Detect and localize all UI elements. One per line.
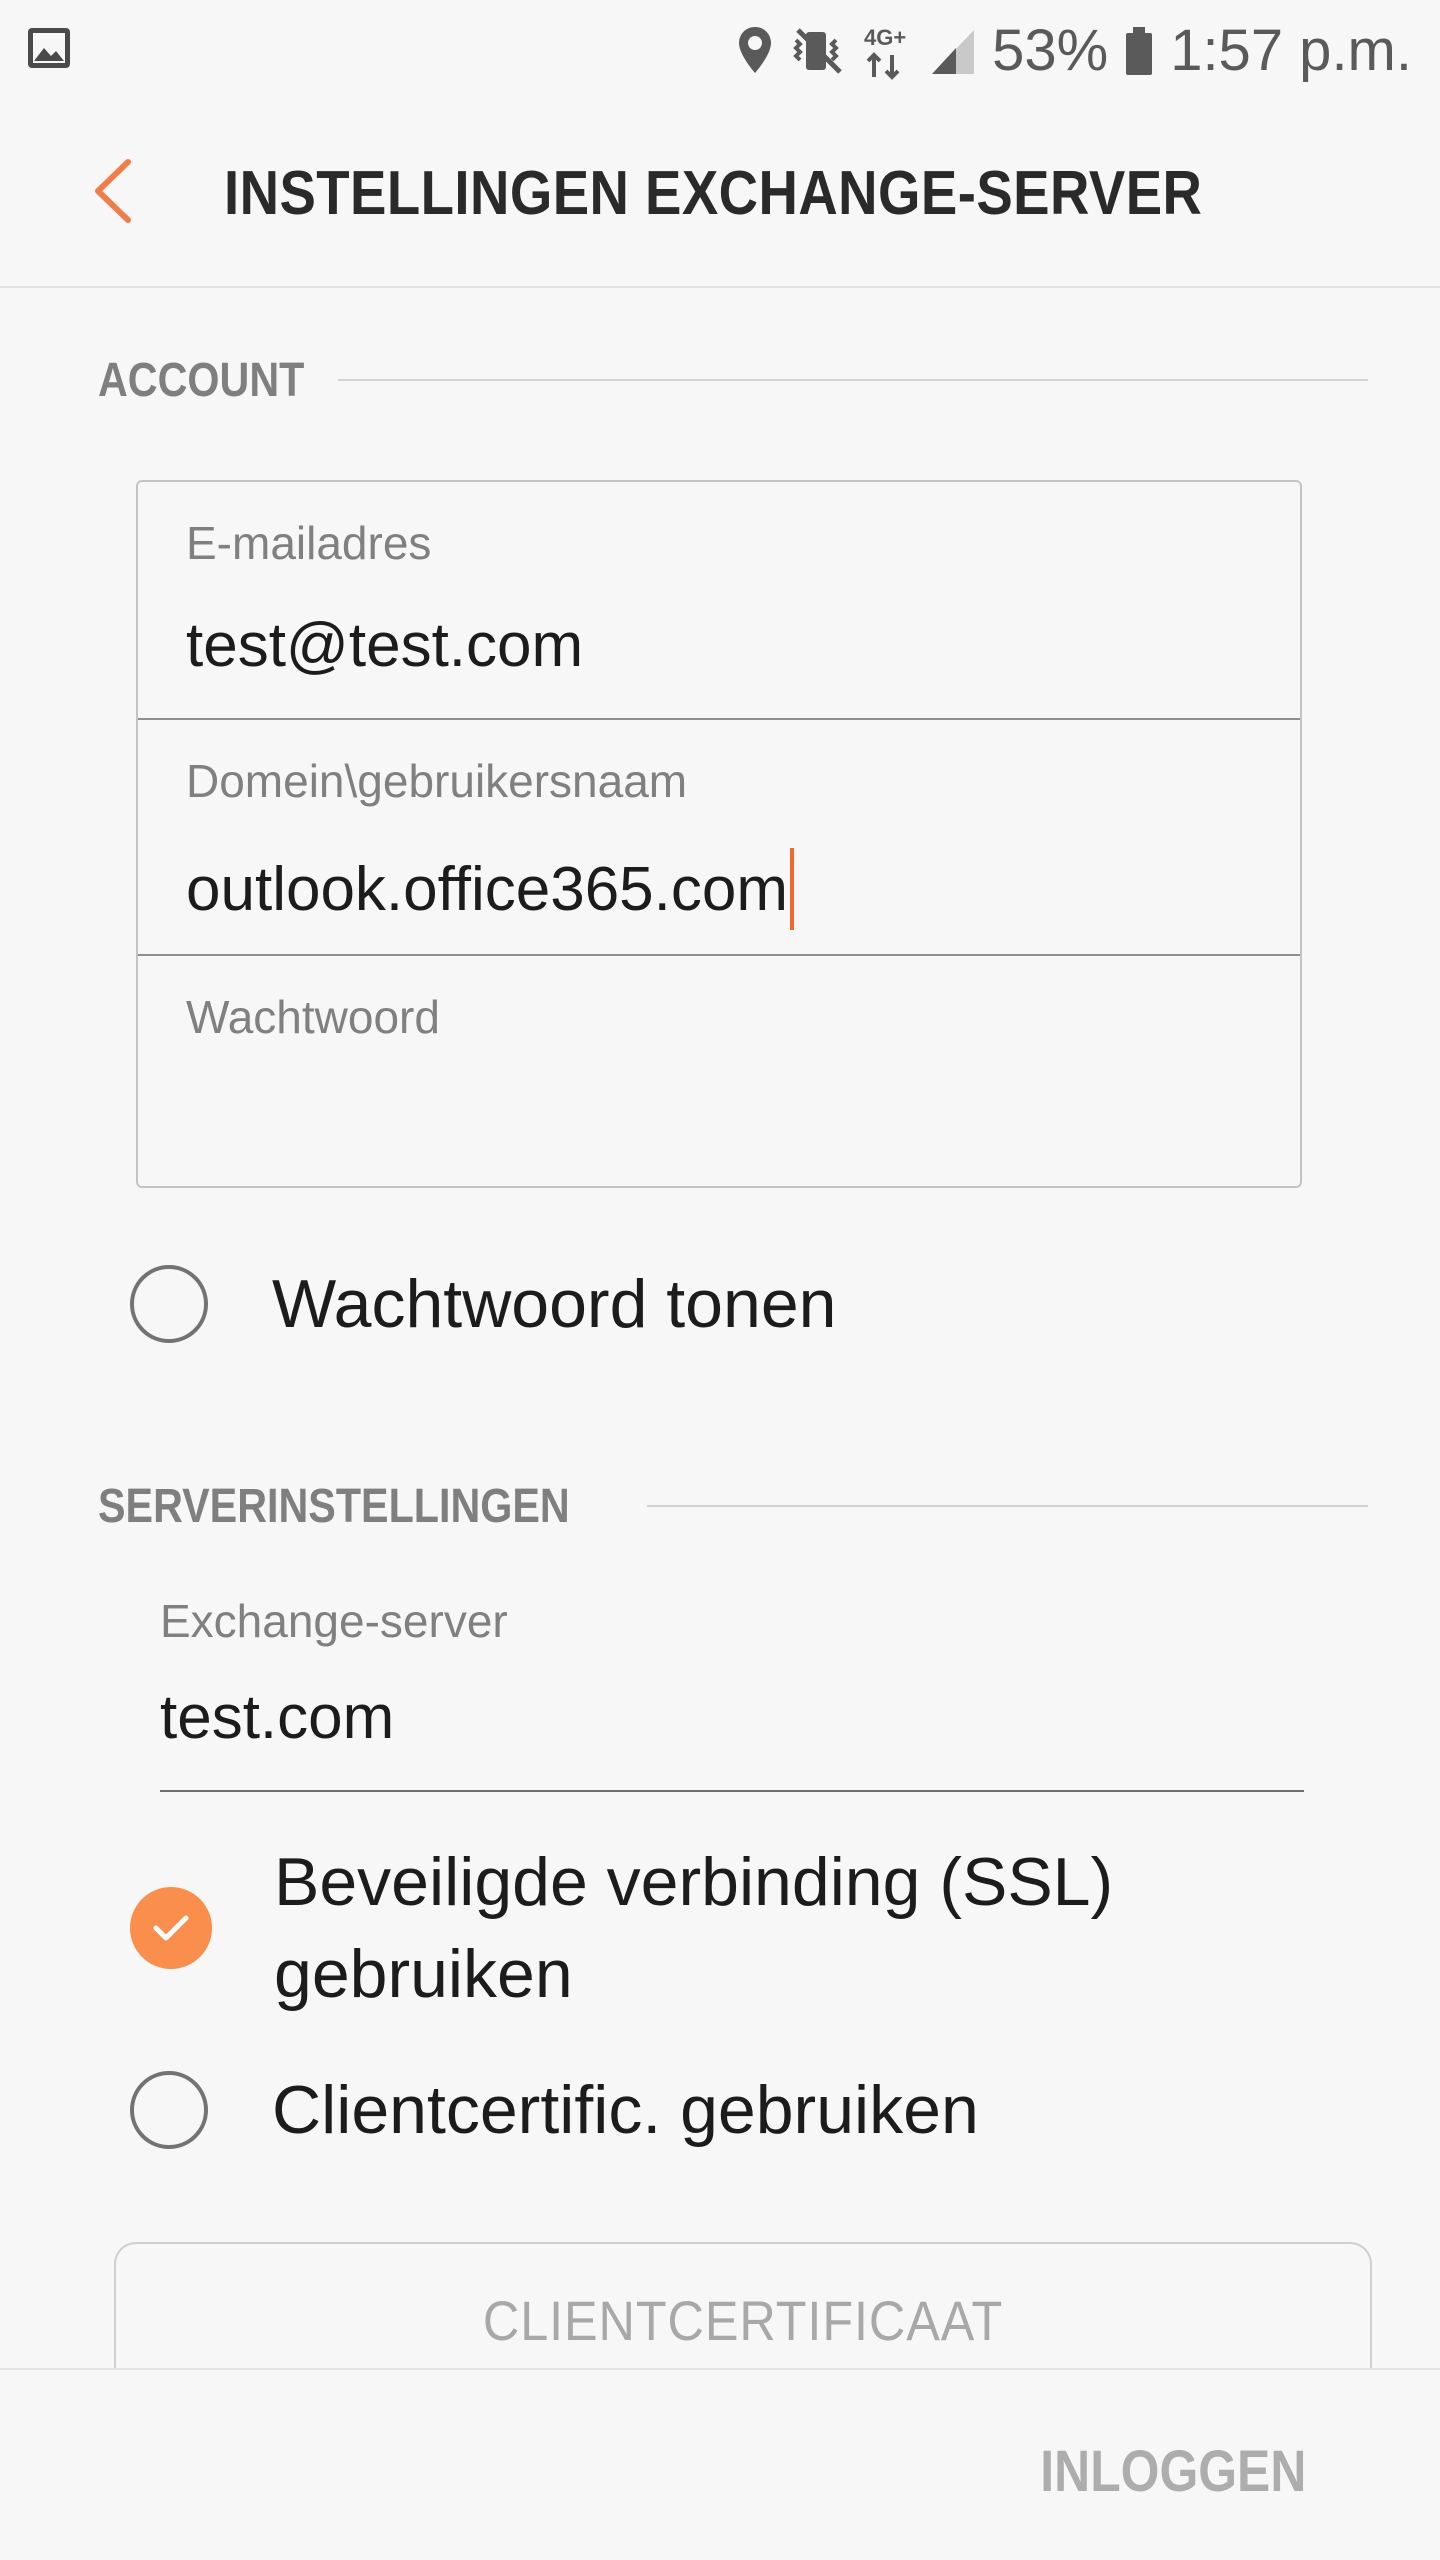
checkmark-icon (153, 1915, 189, 1941)
domain-username-input[interactable]: outlook.office365.com (186, 848, 795, 930)
use-ssl-option[interactable]: Beveiligde verbinding (SSL) gebruiken (130, 1836, 1270, 2020)
battery-icon (1124, 25, 1154, 77)
exchange-server-input[interactable]: test.com (160, 1682, 394, 1753)
back-button[interactable] (72, 150, 152, 236)
use-client-cert-label: Clientcertific. gebruiken (272, 2072, 979, 2148)
account-section-header: ACCOUNT (98, 350, 1368, 410)
account-section-title: ACCOUNT (98, 353, 305, 407)
server-section-header: SERVERINSTELLINGEN (98, 1476, 1368, 1536)
network-label: 4G+ (864, 25, 906, 50)
password-label: Wachtwoord (186, 991, 440, 1043)
use-client-cert-option[interactable]: Clientcertific. gebruiken (130, 2064, 979, 2156)
vibrate-mute-icon (790, 26, 846, 76)
show-password-label: Wachtwoord tonen (272, 1266, 837, 1342)
server-section-title: SERVERINSTELLINGEN (98, 1479, 570, 1533)
status-bar: 4G+ 53% 1:57 p.m. (0, 0, 1440, 100)
email-label: E-mailadres (186, 517, 432, 569)
app-bar: INSTELLINGEN EXCHANGE-SERVER (0, 100, 1440, 288)
domain-username-field[interactable]: Domein\gebruikersnaam outlook.office365.… (138, 718, 1300, 954)
clock: 1:57 p.m. (1170, 18, 1412, 83)
page-title: INSTELLINGEN EXCHANGE-SERVER (224, 159, 1203, 228)
account-fields: E-mailadres test@test.com Domein\gebruik… (136, 480, 1302, 1188)
domain-username-value: outlook.office365.com (186, 854, 789, 924)
text-cursor (790, 848, 795, 930)
section-divider (337, 379, 1368, 381)
signal-icon (930, 26, 976, 76)
exchange-settings-screen: 4G+ 53% 1:57 p.m. INSTELLINGEN EXCHANGE-… (0, 0, 1440, 2560)
location-icon (736, 25, 774, 77)
bottom-action-bar: INLOGGEN (0, 2368, 1440, 2560)
battery-percent: 53% (992, 18, 1109, 83)
show-password-checkbox[interactable] (130, 1265, 208, 1343)
chevron-left-icon (90, 158, 134, 229)
use-ssl-label: Beveiligde verbinding (SSL) gebruiken (274, 1844, 1114, 2012)
gallery-icon (26, 26, 72, 70)
section-divider (646, 1505, 1368, 1507)
status-icons: 4G+ 53% 1:57 p.m. (736, 16, 1412, 86)
domain-username-label: Domein\gebruikersnaam (186, 755, 688, 807)
email-field[interactable]: E-mailadres test@test.com (138, 482, 1300, 718)
show-password-option[interactable]: Wachtwoord tonen (130, 1258, 836, 1350)
password-field[interactable]: Wachtwoord (138, 954, 1300, 1190)
exchange-server-field[interactable]: Exchange-server test.com (160, 1580, 1304, 1792)
email-input[interactable]: test@test.com (186, 610, 583, 681)
use-ssl-checkbox[interactable] (130, 1887, 212, 1969)
login-label: INLOGGEN (1039, 2438, 1306, 2504)
network-type-icon: 4G+ (862, 21, 914, 81)
use-client-cert-checkbox[interactable] (130, 2071, 208, 2149)
login-button[interactable]: INLOGGEN (997, 2426, 1306, 2516)
exchange-server-label: Exchange-server (160, 1595, 508, 1647)
